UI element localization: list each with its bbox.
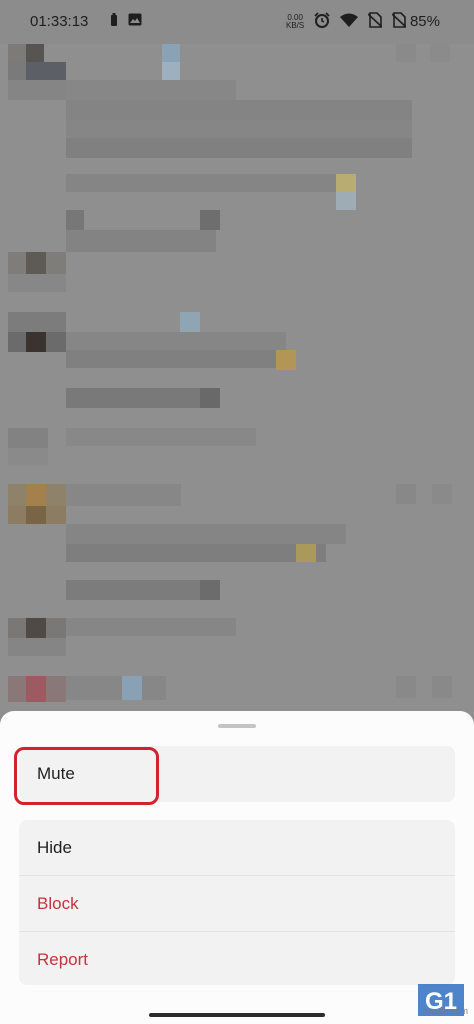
mute-option-label: Mute bbox=[37, 764, 75, 783]
blurred-block bbox=[200, 210, 220, 230]
block-option[interactable]: Block bbox=[19, 875, 455, 931]
blurred-block bbox=[8, 428, 48, 448]
blurred-block bbox=[26, 252, 46, 274]
battery-percent: 85% bbox=[409, 13, 440, 30]
blurred-block bbox=[396, 484, 416, 504]
blurred-block bbox=[162, 62, 180, 80]
blurred-block bbox=[26, 62, 66, 80]
battery-saver-icon bbox=[110, 13, 118, 30]
alarm-icon bbox=[314, 12, 330, 31]
report-option-label: Report bbox=[37, 950, 89, 969]
blurred-block bbox=[26, 676, 46, 702]
wifi-icon bbox=[340, 13, 359, 30]
blurred-block bbox=[162, 44, 180, 62]
blurred-block bbox=[66, 388, 216, 408]
blurred-block bbox=[26, 44, 44, 62]
blurred-feed bbox=[0, 44, 474, 714]
mute-option[interactable]: Mute bbox=[19, 746, 455, 801]
blurred-block bbox=[8, 44, 26, 62]
blurred-block bbox=[66, 120, 412, 138]
sheet-group-actions: Hide Block Report bbox=[19, 820, 455, 985]
status-bar: 01:33:13 0.00 KB/S 85% bbox=[0, 0, 474, 44]
blurred-block bbox=[276, 350, 296, 370]
blurred-block bbox=[430, 44, 450, 62]
report-option[interactable]: Report bbox=[19, 931, 455, 985]
network-speed: 0.00 KB/S bbox=[286, 12, 305, 30]
blurred-block bbox=[122, 676, 142, 700]
gesture-nav-bar[interactable] bbox=[149, 1013, 325, 1017]
blurred-block bbox=[8, 62, 26, 80]
blurred-block bbox=[66, 230, 216, 252]
blurred-block bbox=[8, 274, 66, 292]
blurred-block bbox=[336, 192, 356, 210]
blurred-block bbox=[336, 174, 356, 192]
blurred-block bbox=[26, 332, 46, 352]
block-option-label: Block bbox=[37, 894, 79, 913]
blurred-block bbox=[432, 676, 452, 698]
blurred-block bbox=[26, 506, 46, 524]
blurred-block bbox=[66, 100, 412, 120]
sheet-group-primary: Mute bbox=[19, 746, 455, 802]
no-sim-icon bbox=[391, 12, 407, 31]
blurred-block bbox=[200, 388, 220, 408]
blurred-block bbox=[26, 618, 46, 638]
bottom-sheet: Mute Hide Block Report bbox=[0, 711, 474, 1024]
gallery-icon bbox=[128, 13, 142, 30]
blurred-block bbox=[396, 676, 416, 698]
blurred-block bbox=[66, 524, 346, 544]
blurred-block bbox=[8, 80, 66, 100]
blurred-block bbox=[66, 80, 236, 100]
blurred-block bbox=[200, 580, 220, 600]
watermark-site: wsxdn.com bbox=[422, 1006, 468, 1016]
blurred-block bbox=[296, 544, 316, 562]
blurred-block bbox=[66, 332, 286, 350]
blurred-block bbox=[8, 448, 48, 466]
blurred-block bbox=[66, 676, 166, 700]
no-sim-icon bbox=[367, 12, 383, 31]
status-time: 01:33:13 bbox=[30, 13, 89, 30]
blurred-block bbox=[66, 544, 326, 562]
blurred-block bbox=[66, 580, 216, 600]
blurred-block bbox=[8, 312, 66, 332]
blurred-block bbox=[432, 484, 452, 504]
blurred-block bbox=[396, 44, 416, 62]
blurred-block bbox=[66, 174, 356, 192]
blurred-block bbox=[66, 210, 84, 230]
blurred-block bbox=[66, 428, 256, 446]
blurred-block bbox=[8, 638, 66, 656]
blurred-block bbox=[66, 138, 412, 158]
blurred-block bbox=[66, 618, 236, 636]
hide-option[interactable]: Hide bbox=[19, 820, 455, 875]
blurred-block bbox=[66, 350, 296, 368]
drag-handle[interactable] bbox=[218, 724, 256, 728]
blurred-block bbox=[66, 484, 181, 506]
hide-option-label: Hide bbox=[37, 838, 72, 857]
blurred-block bbox=[26, 484, 46, 506]
